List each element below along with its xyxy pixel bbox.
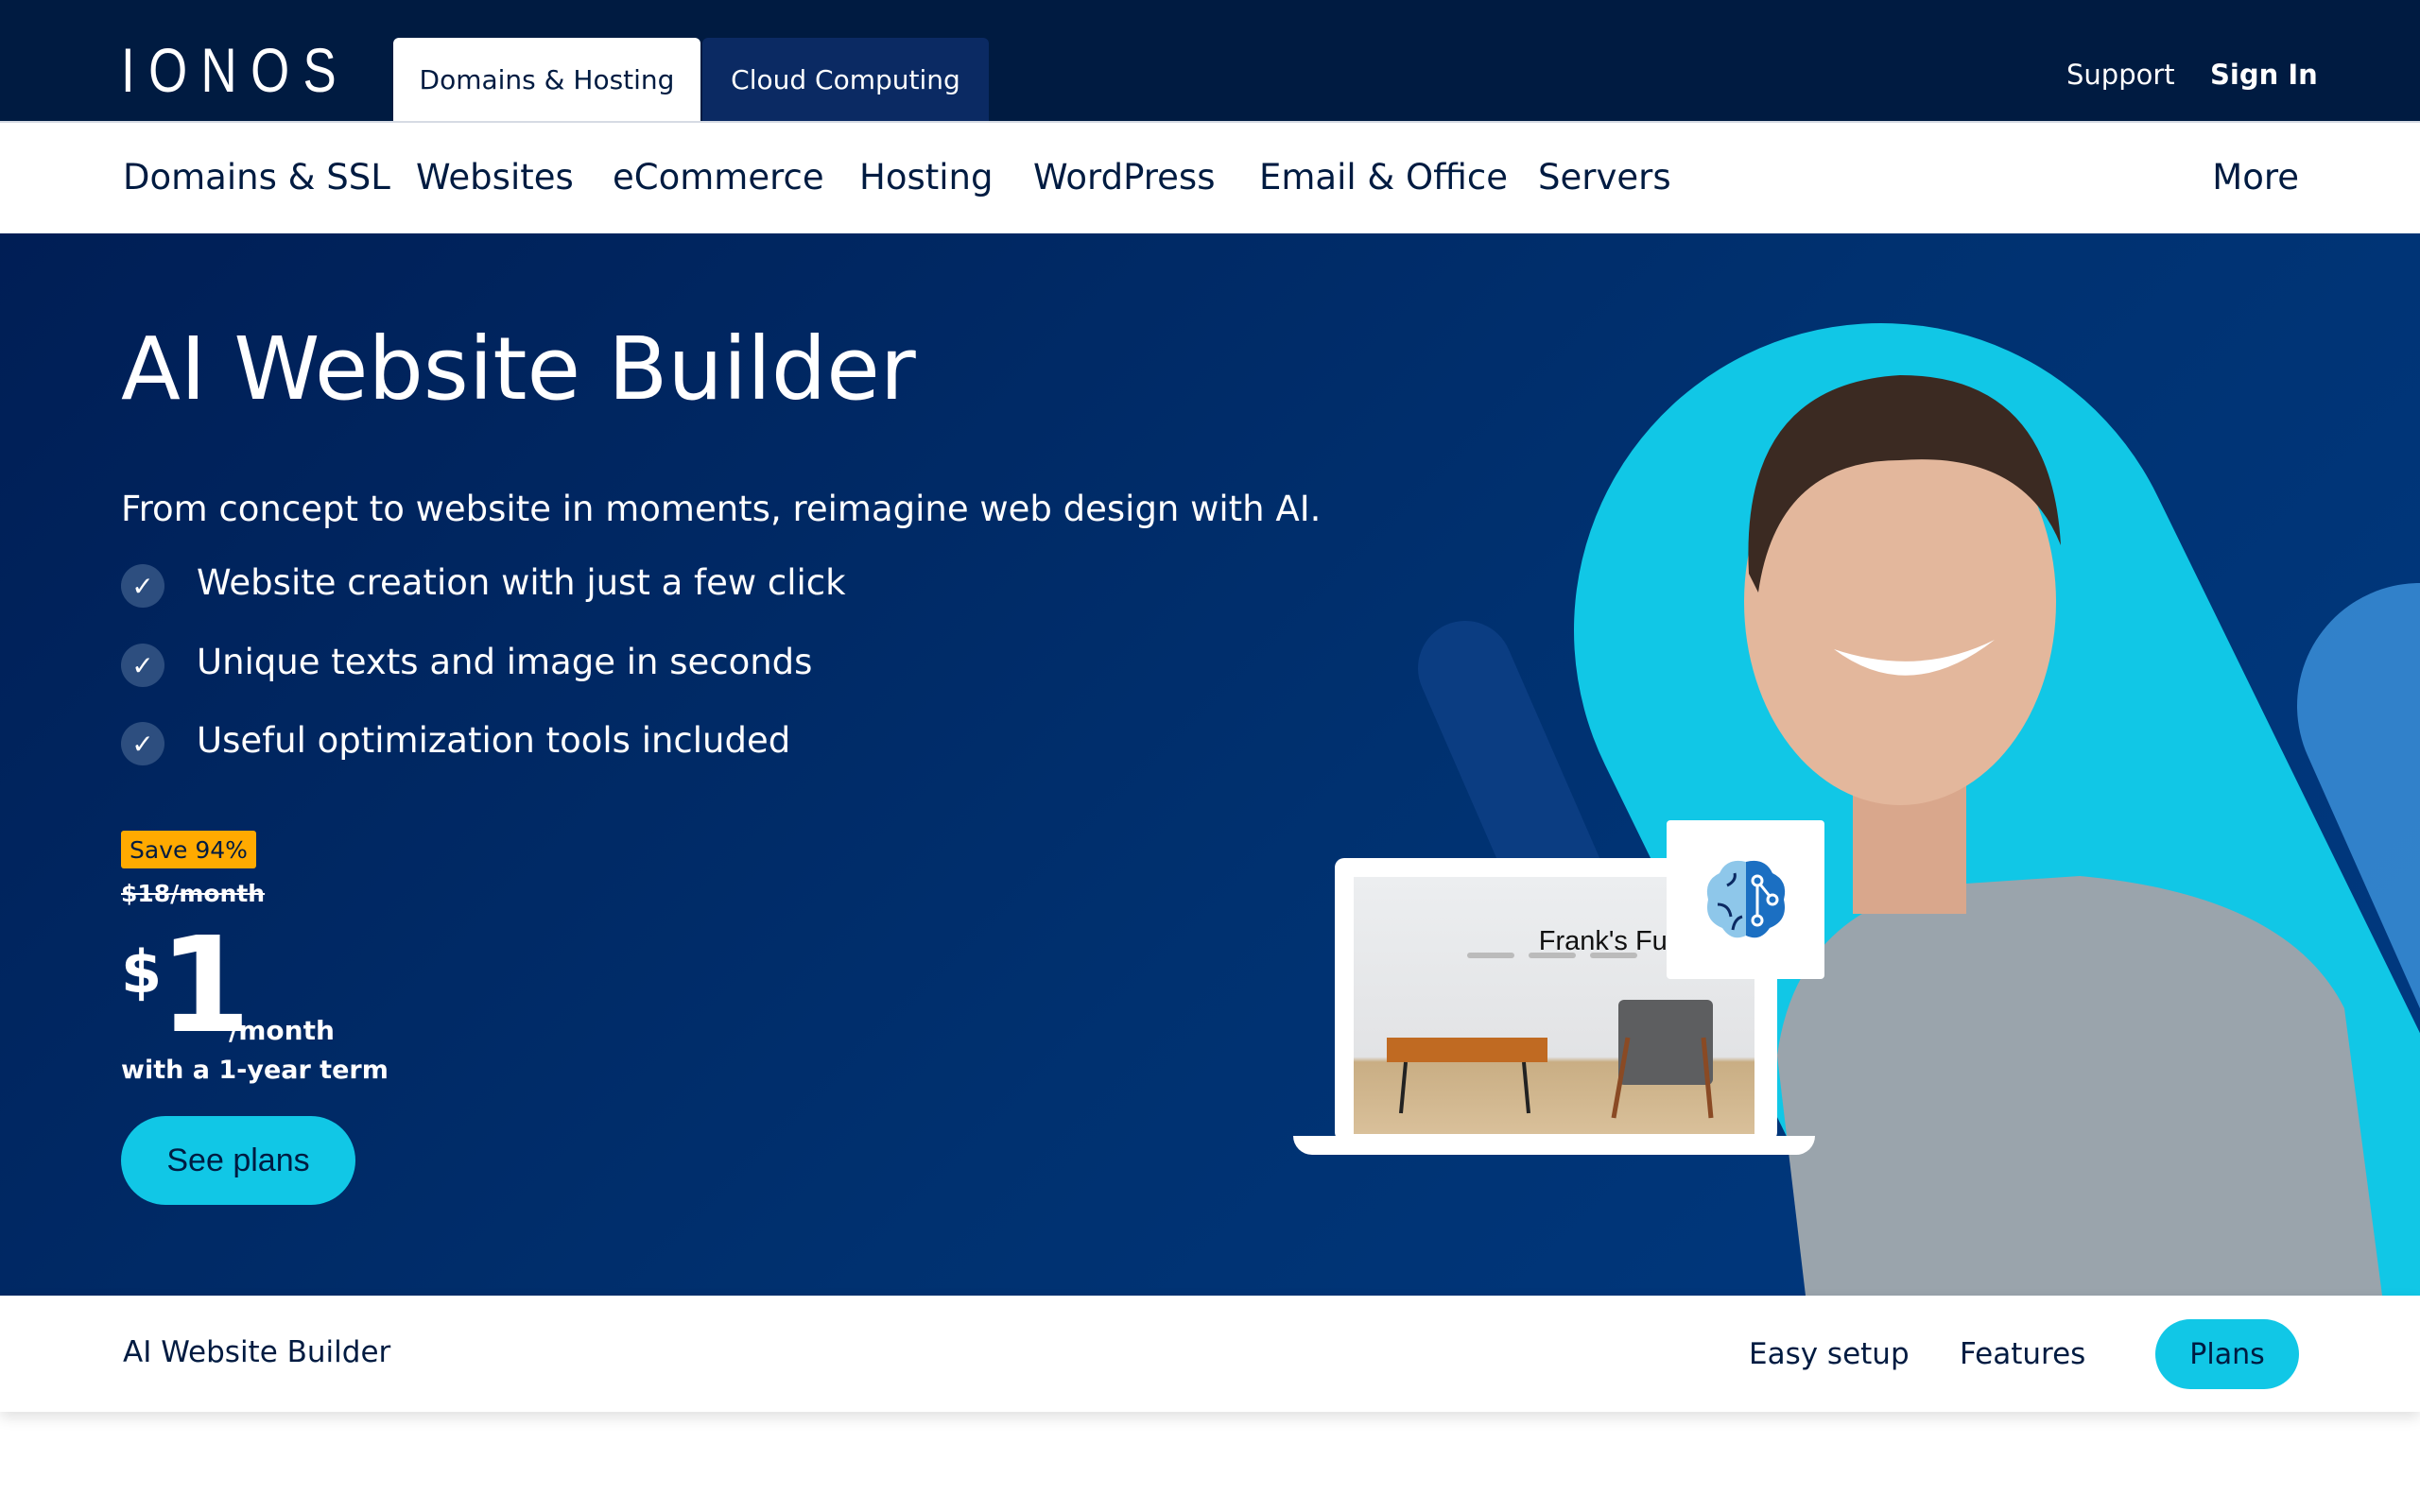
laptop-base [1293, 1136, 1815, 1155]
sign-in-link[interactable]: Sign In [2210, 59, 2318, 91]
price-term: with a 1-year term [121, 1056, 389, 1085]
section-subnav: AI Website Builder Easy setup Features P… [0, 1296, 2420, 1412]
subnav-title: AI Website Builder [123, 1335, 391, 1369]
nav-domains-ssl[interactable]: Domains & SSL [123, 157, 390, 198]
support-link[interactable]: Support [2066, 59, 2175, 91]
ionos-logo[interactable]: IONOS [121, 34, 350, 106]
nav-hosting[interactable]: Hosting [859, 157, 993, 198]
top-bar: IONOS Domains & Hosting Cloud Computing … [0, 0, 2420, 121]
feature-item: Useful optimization tools included [197, 720, 791, 761]
tab-cloud-computing[interactable]: Cloud Computing [702, 38, 989, 121]
subnav-easy-setup[interactable]: Easy setup [1749, 1337, 1910, 1371]
page-title: AI Website Builder [121, 318, 916, 420]
check-icon: ✓ [121, 564, 164, 608]
old-price: $18/month [121, 880, 266, 907]
subnav-plans-button[interactable]: Plans [2155, 1319, 2299, 1389]
nav-websites[interactable]: Websites [416, 157, 574, 198]
main-nav: Domains & SSL Websites eCommerce Hosting… [0, 121, 2420, 233]
price-currency: $ [121, 937, 163, 1006]
nav-email-office[interactable]: Email & Office [1259, 157, 1508, 198]
tab-domains-hosting[interactable]: Domains & Hosting [393, 38, 700, 121]
nav-more[interactable]: More [2212, 157, 2299, 198]
see-plans-button[interactable]: See plans [121, 1116, 355, 1205]
subnav-features[interactable]: Features [1960, 1337, 2085, 1371]
feature-item: Website creation with just a few click [197, 562, 846, 603]
brain-icon [1706, 860, 1785, 938]
ai-card [1667, 820, 1824, 979]
nav-ecommerce[interactable]: eCommerce [613, 157, 824, 198]
check-icon: ✓ [121, 644, 164, 687]
feature-item: Unique texts and image in seconds [197, 642, 813, 682]
nav-wordpress[interactable]: WordPress [1033, 157, 1215, 198]
price-period: /month [229, 1015, 335, 1046]
nav-servers[interactable]: Servers [1538, 157, 1671, 198]
check-icon: ✓ [121, 722, 164, 765]
save-badge: Save 94% [121, 831, 256, 868]
hero-subtitle: From concept to website in moments, reim… [121, 489, 1322, 529]
hero-section: AI Website Builder From concept to websi… [0, 233, 2420, 1296]
